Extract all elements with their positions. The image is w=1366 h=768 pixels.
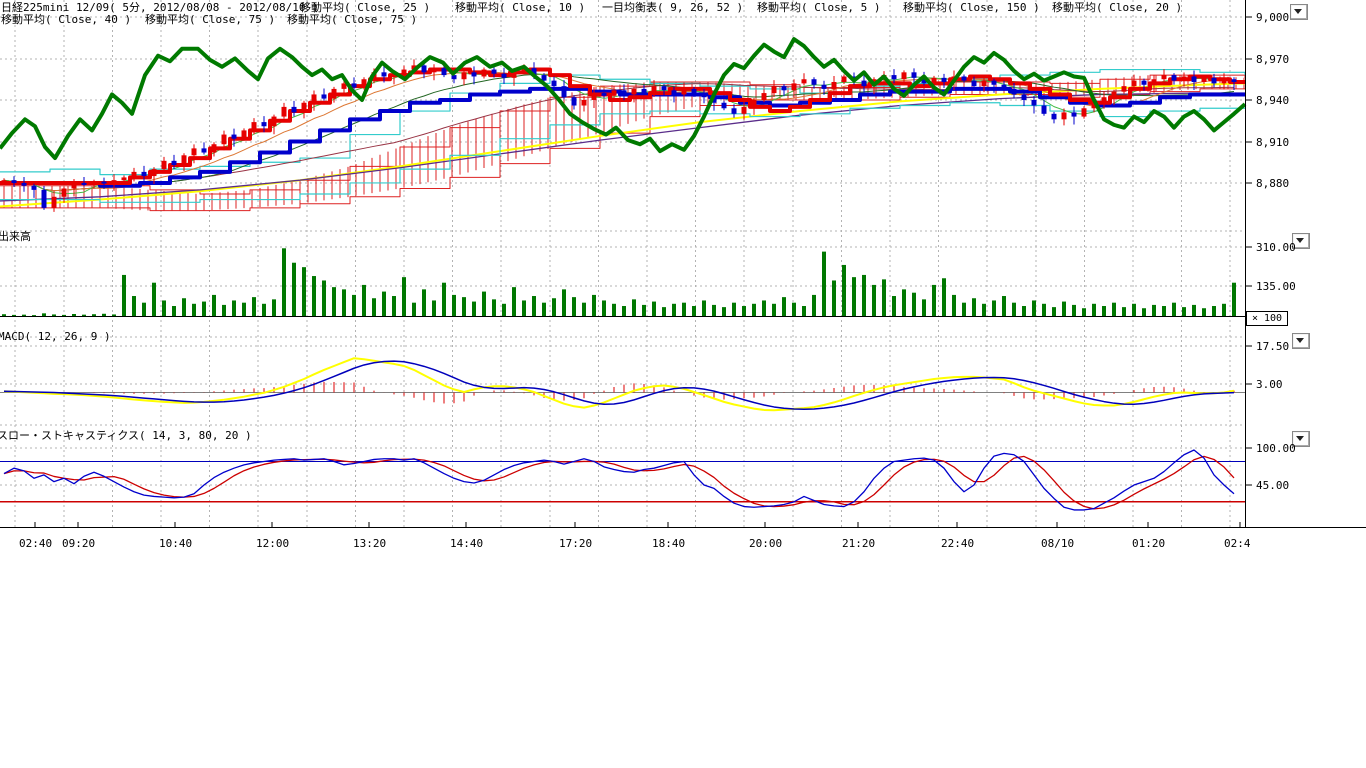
price-axis-label: 8,940 — [1256, 95, 1289, 106]
chevron-down-icon — [1296, 338, 1304, 343]
time-axis-label: 02:4 — [1224, 538, 1251, 549]
volume-axis-label: 135.00 — [1256, 281, 1296, 292]
legend-ichimoku: 一目均衡表( 9, 26, 52 ) — [602, 2, 743, 14]
chevron-down-icon — [1296, 436, 1304, 441]
macd-axis-label: 3.00 — [1256, 379, 1283, 390]
legend-ma75b: 移動平均( Close, 75 ) — [287, 14, 417, 26]
volume-panel-label: 出来高 — [0, 231, 31, 243]
chevron-down-icon — [1296, 238, 1304, 243]
time-axis-label: 02:40 — [19, 538, 52, 549]
time-axis-label: 21:20 — [842, 538, 875, 549]
legend-ma5: 移動平均( Close, 5 ) — [757, 2, 880, 14]
price-axis-label: 8,880 — [1256, 178, 1289, 189]
legend-ma75a: 移動平均( Close, 75 ) — [145, 14, 275, 26]
macd-panel-label: MACD( 12, 26, 9 ) — [0, 331, 111, 343]
price-axis-label: 9,000 — [1256, 12, 1289, 23]
time-axis-label: 08/10 — [1041, 538, 1074, 549]
time-axis-label: 20:00 — [749, 538, 782, 549]
time-axis-label: 22:40 — [941, 538, 974, 549]
stochastics-axis-label: 100.00 — [1256, 443, 1296, 454]
volume-axis-label: 310.00 — [1256, 242, 1296, 253]
stochastics-axis-label: 45.00 — [1256, 480, 1289, 491]
chevron-down-icon — [1294, 9, 1302, 14]
price-axis-label: 8,970 — [1256, 54, 1289, 65]
macd-axis-label: 17.50 — [1256, 341, 1289, 352]
price-axis-label: 8,910 — [1256, 137, 1289, 148]
stochastics-panel-label: スロー・ストキャスティクス( 14, 3, 80, 20 ) — [0, 430, 252, 442]
trading-chart-window: 日経225mini 12/09( 5分, 2012/08/08 - 2012/0… — [0, 0, 1366, 768]
time-axis-label: 14:40 — [450, 538, 483, 549]
legend-ma10: 移動平均( Close, 10 ) — [455, 2, 585, 14]
macd-panel-dropdown-button[interactable] — [1292, 333, 1310, 349]
time-axis-label: 01:20 — [1132, 538, 1165, 549]
chart-area[interactable] — [0, 0, 1366, 560]
time-axis-label: 10:40 — [159, 538, 192, 549]
time-axis-label: 13:20 — [353, 538, 386, 549]
legend-ma40: 移動平均( Close, 40 ) — [1, 14, 131, 26]
volume-multiplier-badge: × 100 — [1246, 311, 1288, 326]
time-axis-label: 18:40 — [652, 538, 685, 549]
legend-ma150: 移動平均( Close, 150 ) — [903, 2, 1040, 14]
time-axis-label: 17:20 — [559, 538, 592, 549]
price-panel-dropdown-button[interactable] — [1290, 4, 1308, 20]
time-axis-label: 09:20 — [62, 538, 95, 549]
time-axis-label: 12:00 — [256, 538, 289, 549]
legend-ma20: 移動平均( Close, 20 ) — [1052, 2, 1182, 14]
chart-svg — [0, 0, 1366, 560]
